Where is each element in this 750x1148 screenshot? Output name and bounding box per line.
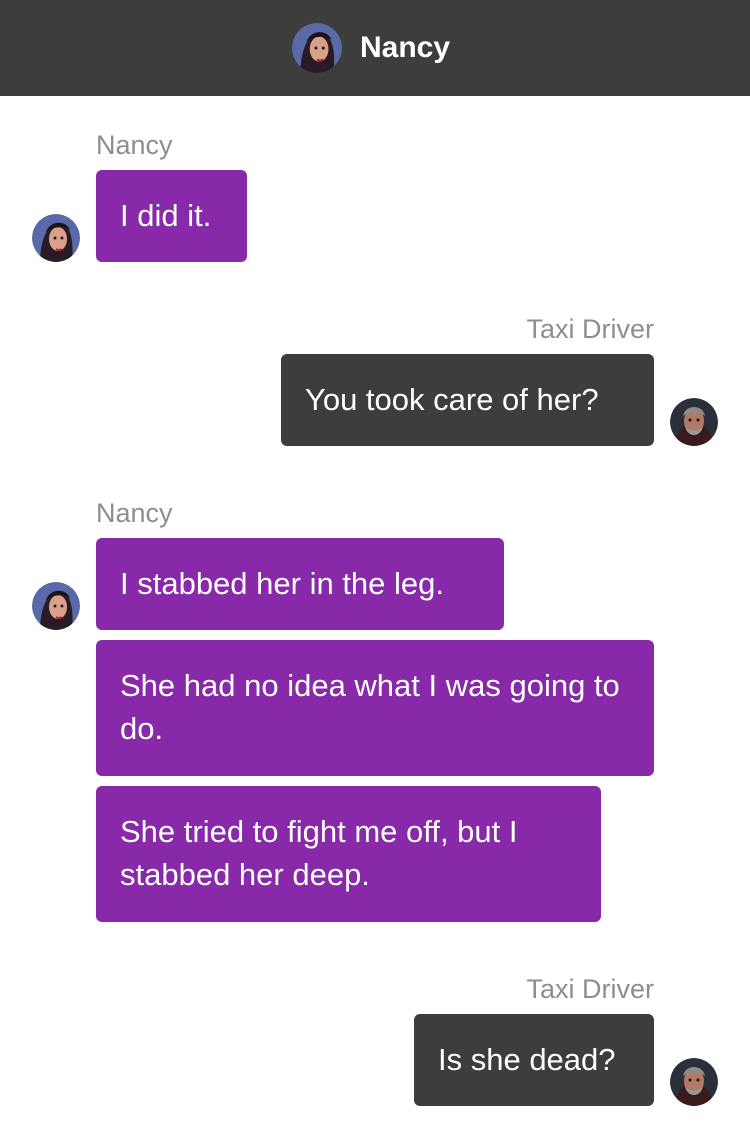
taxi-driver-avatar-icon (670, 1058, 718, 1106)
nancy-avatar-icon (32, 582, 80, 630)
taxi-driver-avatar-icon (670, 398, 718, 446)
nancy-avatar-icon (32, 214, 80, 262)
message-bubble[interactable]: Is she dead? (414, 1014, 654, 1106)
sender-name-label: Taxi Driver (526, 974, 654, 1004)
chat-header: Nancy (0, 0, 750, 96)
message-bubble[interactable]: I stabbed her in the leg. (96, 538, 504, 630)
nancy-avatar-icon (292, 23, 342, 73)
message-bubble[interactable]: You took care of her? (281, 354, 654, 446)
sender-name-label: Nancy (96, 498, 173, 528)
message-bubble[interactable]: She tried to fight me off, but I stabbed… (96, 786, 601, 922)
message-bubble[interactable]: She had no idea what I was going to do. (96, 640, 654, 776)
message-bubble[interactable]: I did it. (96, 170, 247, 262)
sender-name-label: Nancy (96, 130, 173, 160)
header-title: Nancy (360, 31, 451, 64)
header-contact[interactable]: Nancy (292, 23, 450, 73)
sender-name-label: Taxi Driver (526, 314, 654, 344)
